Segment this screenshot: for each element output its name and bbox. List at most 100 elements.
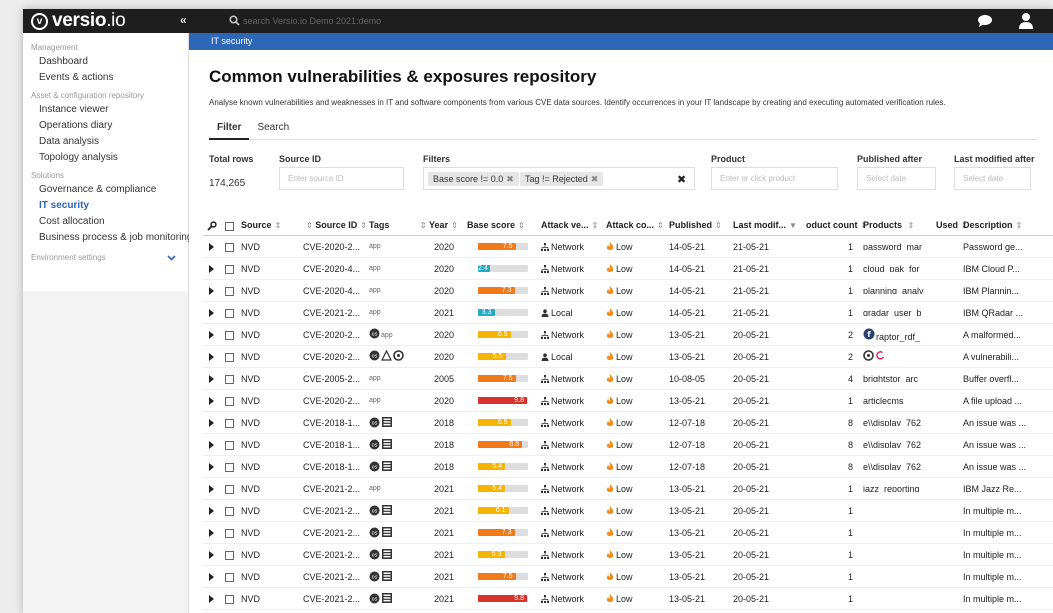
expand-row-icon[interactable] [209,419,214,427]
cell-source-id[interactable]: CVE-2020-2... [303,352,360,362]
column-base-score[interactable]: Base score ⇕ [467,220,525,230]
table-row[interactable]: NVD CVE-2018-1... os 2018 8.8 Network Low 12-07… [203,434,1053,456]
cell-products[interactable]: e\\display_762 [863,460,933,470]
cell-source-id[interactable]: CVE-2020-2... [303,330,360,340]
sidebar-item-business-process-job-monitoring[interactable]: Business process & job monitoring [23,230,192,246]
column-attack-vector[interactable]: Attack ve... ⇕ [541,220,598,230]
expand-row-icon[interactable] [209,375,214,383]
row-checkbox[interactable] [225,352,234,363]
expand-row-icon[interactable] [209,441,214,449]
remove-chip-icon[interactable]: ✖ [506,174,514,184]
source-id-input[interactable] [279,167,404,190]
sidebar-item-topology-analysis[interactable]: Topology analysis [23,150,188,166]
cell-source-id[interactable]: CVE-2020-4... [303,286,360,296]
cell-products[interactable]: planning_analy [863,284,933,294]
row-checkbox[interactable] [225,440,234,451]
column-last-modified[interactable]: Last modif... ▼ [733,220,797,230]
column-product-count[interactable]: oduct count ⇕ [806,220,867,230]
table-row[interactable]: NVD CVE-2005-2... app 2005 7.5 Network Low 10-0… [203,368,1053,390]
cell-products[interactable]: qradar_user_b [863,306,933,316]
expand-row-icon[interactable] [209,595,214,603]
product-input[interactable] [711,167,838,190]
row-checkbox[interactable] [225,286,234,297]
cell-source-id[interactable]: CVE-2021-2... [303,528,360,538]
cell-source-id[interactable]: CVE-2021-2... [303,506,360,516]
user-icon[interactable] [1019,12,1033,29]
expand-row-icon[interactable] [209,551,214,559]
cell-products[interactable]: password_mar [863,240,933,250]
expand-row-icon[interactable] [209,463,214,471]
row-checkbox[interactable] [225,374,234,385]
sidebar-item-dashboard[interactable]: Dashboard [23,54,188,70]
table-row[interactable]: NVD CVE-2018-1... os 2018 5.4 Network Low 12-07… [203,456,1053,478]
expand-row-icon[interactable] [209,507,214,515]
cell-products[interactable]: e\\display_762 [863,416,933,426]
sidebar-item-environment-settings[interactable]: Environment settings [23,252,188,264]
table-row[interactable]: NVD CVE-2021-2... os 2021 9.8 Network Low 13-05… [203,588,1053,610]
column-published[interactable]: Published ⇕ [669,220,722,230]
column-source[interactable]: Source ⇕ [241,220,281,230]
wrench-icon[interactable] [207,221,217,231]
row-checkbox[interactable] [225,242,234,253]
table-row[interactable]: NVD CVE-2018-1... os 2018 6.5 Network Low 12-07… [203,412,1053,434]
cell-source-id[interactable]: CVE-2005-2... [303,374,360,384]
expand-row-icon[interactable] [209,397,214,405]
chat-icon[interactable] [977,14,993,28]
table-row[interactable]: NVD CVE-2021-2... app 2021 3.3 Local Low 14-05-… [203,302,1053,324]
cell-source-id[interactable]: CVE-2021-2... [303,550,360,560]
cell-source-id[interactable]: CVE-2020-4... [303,264,360,274]
row-checkbox[interactable] [225,396,234,407]
row-checkbox[interactable] [225,506,234,517]
expand-row-icon[interactable] [209,309,214,317]
tab-filter[interactable]: Filter [209,118,250,140]
cell-products[interactable]: f raptor_rdf_ [863,328,933,342]
select-all-checkbox[interactable] [225,221,234,232]
last-modified-after-input[interactable] [954,167,1031,190]
cell-products[interactable]: jazz_reporting [863,482,933,492]
table-row[interactable]: NVD CVE-2020-2... app 2020 9.8 Network Low 13-0… [203,390,1053,412]
cell-products[interactable] [863,350,933,363]
expand-row-icon[interactable] [209,353,214,361]
expand-row-icon[interactable] [209,529,214,537]
sidebar-item-instance-viewer[interactable]: Instance viewer [23,102,188,118]
table-row[interactable]: NVD CVE-2020-4... app 2020 7.3 Network Low 14-0… [203,280,1053,302]
table-row[interactable]: NVD CVE-2021-2... app 2021 5.4 Network Low 13-0… [203,478,1053,500]
table-row[interactable]: NVD CVE-2020-2... os 2020 5.5 Local Low 13-05-2… [203,346,1053,368]
expand-row-icon[interactable] [209,287,214,295]
expand-row-icon[interactable] [209,331,214,339]
table-row[interactable]: NVD CVE-2020-2... os app 2020 6.5 Network Low 13… [203,324,1053,346]
column-year[interactable]: ⇕ Year ⇕ [417,220,458,230]
row-checkbox[interactable] [225,528,234,539]
cell-source-id[interactable]: CVE-2020-2... [303,242,360,252]
row-checkbox[interactable] [225,484,234,495]
cell-products[interactable]: articlecms [863,394,933,404]
clear-filters-button[interactable]: ✖ [677,173,686,186]
collapse-sidebar-button[interactable]: « [180,13,187,27]
sidebar-item-cost-allocation[interactable]: Cost allocation [23,214,188,230]
expand-row-icon[interactable] [209,243,214,251]
row-checkbox[interactable] [225,594,234,605]
column-tags[interactable]: Tags [369,220,389,230]
cell-products[interactable]: cloud_pak_for_ [863,262,933,272]
column-description[interactable]: Description ⇕ [963,220,1022,230]
cell-products[interactable]: e\\display_762 [863,438,933,448]
column-source-id[interactable]: ⇕ Source ID ⇕ [303,220,367,230]
cell-source-id[interactable]: CVE-2021-2... [303,594,360,604]
table-row[interactable]: NVD CVE-2021-2... os 2021 5.3 Network Low 13-05… [203,544,1053,566]
row-checkbox[interactable] [225,264,234,275]
column-products[interactable]: Products ⇕ [863,220,914,230]
sidebar-item-events-actions[interactable]: Events & actions [23,70,188,86]
cell-source-id[interactable]: CVE-2020-2... [303,396,360,406]
table-row[interactable]: NVD CVE-2020-4... app 2020 2.4 Network Low 14-0… [203,258,1053,280]
row-checkbox[interactable] [225,418,234,429]
cell-source-id[interactable]: CVE-2018-1... [303,462,360,472]
cell-source-id[interactable]: CVE-2021-2... [303,484,360,494]
sidebar-item-it-security[interactable]: IT security [23,198,188,214]
row-checkbox[interactable] [225,572,234,583]
sidebar-item-operations-diary[interactable]: Operations diary [23,118,188,134]
cell-products[interactable]: brightstor_arc [863,372,933,382]
expand-row-icon[interactable] [209,265,214,273]
table-row[interactable]: NVD CVE-2020-2... app 2020 7.5 Network Low 14-0… [203,236,1053,258]
table-row[interactable]: NVD CVE-2021-2... os 2021 6.1 Network Low 13-05… [203,500,1053,522]
expand-row-icon[interactable] [209,573,214,581]
